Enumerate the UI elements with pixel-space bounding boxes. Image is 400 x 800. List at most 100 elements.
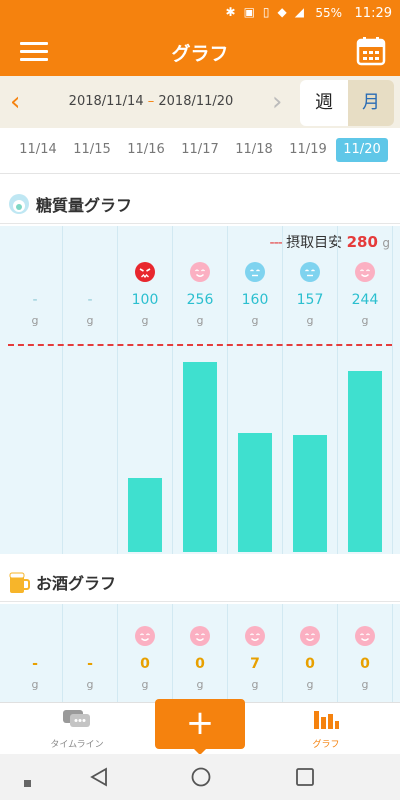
alcohol-value: - [87,656,93,672]
day-item-selected[interactable]: 11/20 [336,138,388,162]
alcohol-chart: - g - g 0 g 0 g 7 g 0 g 0 g [0,604,400,702]
next-week-button[interactable]: › [272,88,292,116]
alcohol-section-header: お酒グラフ [0,560,400,602]
face-icon-happy-pink [190,262,210,282]
target-line-legend: --- [269,235,283,251]
carb-section-title: 糖質量グラフ [36,196,133,215]
bluetooth-icon: ✱ [225,5,236,19]
carb-bar[interactable] [238,433,272,552]
carb-target-legend: --- 摂取目安 280 g [270,232,390,252]
system-nav-bar [0,754,400,800]
target-unit: g [382,236,390,250]
carb-value: - [87,292,93,308]
date-range: 2018/11/14 – 2018/11/20 [40,94,262,109]
alcohol-value: 0 [360,656,370,672]
carb-unit: g [251,314,259,327]
carb-value: 157 [296,292,324,308]
day-item[interactable]: 11/15 [66,138,118,162]
carb-unit: g [361,314,369,327]
carb-bar[interactable] [183,361,217,552]
carb-unit: g [306,314,314,327]
day-item[interactable]: 11/19 [282,138,334,162]
alcohol-unit: g [361,678,369,691]
grid-line [172,226,173,554]
vibrate-icon: ▯ [262,5,270,19]
face-icon-happy-pink [300,626,320,646]
date-range-start: 2018/11/14 [68,94,144,109]
carb-unit: g [31,314,39,327]
grid-line [392,604,393,702]
nav-timeline[interactable]: タイムライン [42,709,112,750]
alcohol-unit: g [141,678,149,691]
grid-line [337,226,338,554]
alcohol-unit: g [86,678,94,691]
prev-week-button[interactable]: ‹ [10,88,30,116]
carb-chart: --- 摂取目安 280 g - g - g 100 g 256 g 160 g 157 g 244 g [0,226,400,554]
carb-value: 160 [241,292,269,308]
grid-line [282,226,283,554]
alcohol-value: - [32,656,38,672]
face-icon-happy-pink [135,626,155,646]
tab-month[interactable]: 月 [348,80,394,126]
home-icon[interactable] [190,766,212,792]
day-item[interactable]: 11/18 [228,138,280,162]
battery-level: 55% [315,6,342,20]
grid-line [62,226,63,554]
page-title: グラフ [171,43,229,65]
carb-bar[interactable] [128,477,162,552]
nav-timeline-label: タイムライン [50,740,104,750]
status-bar: ✱ ▣ ▯ ◆ ◢ 55% 11:29 [0,0,400,28]
face-icon-neutral-blue [300,262,320,282]
target-value: 280 [346,233,378,251]
tab-week[interactable]: 週 [300,80,348,126]
date-range-separator: – [147,94,155,109]
alcohol-section-title: お酒グラフ [36,574,117,593]
face-icon-happy-pink [245,626,265,646]
target-label: 摂取目安 [286,235,343,251]
beer-icon [8,571,30,593]
alcohol-unit: g [196,678,204,691]
carb-section-header: 糖質量グラフ [0,182,400,224]
bottom-nav: タイムライン + グラフ [0,699,400,755]
carb-unit: g [86,314,94,327]
carb-bar[interactable] [293,435,327,552]
face-icon-angry-red [135,262,155,282]
carb-icon [8,193,30,215]
carb-value: - [32,292,38,308]
status-time: 11:29 [354,6,392,21]
carb-unit: g [141,314,149,327]
carb-value: 244 [351,292,379,308]
alcohol-value: 7 [250,656,260,672]
carb-bar[interactable] [348,370,382,552]
back-icon[interactable] [88,766,110,792]
carb-value: 256 [186,292,214,308]
date-range-nav: ‹ 2018/11/14 – 2018/11/20 › 週 月 [0,76,400,128]
face-icon-happy-pink [355,626,375,646]
carb-value: 100 [131,292,159,308]
alcohol-value: 0 [140,656,150,672]
day-item[interactable]: 11/16 [120,138,172,162]
recent-dot-icon[interactable] [24,773,32,792]
add-record-button[interactable]: + [155,699,245,755]
grid-line [227,226,228,554]
bar-chart-icon [314,711,339,729]
alcohol-value: 0 [305,656,315,672]
alcohol-value: 0 [195,656,205,672]
chat-bubble-icon [63,710,90,727]
wifi-icon: ◆ [277,5,287,19]
plus-icon: + [185,703,215,743]
signal-icon: ◢ [294,5,304,19]
day-item[interactable]: 11/14 [12,138,64,162]
face-icon-neutral-blue [245,262,265,282]
alcohol-unit: g [251,678,259,691]
face-icon-happy-pink [355,262,375,282]
alcohol-unit: g [31,678,39,691]
day-item[interactable]: 11/17 [174,138,226,162]
grid-line [117,226,118,554]
date-range-end: 2018/11/20 [158,94,234,109]
overview-icon[interactable] [294,766,316,792]
calendar-icon[interactable] [356,36,386,66]
nav-graph[interactable]: グラフ [296,709,356,750]
status-icons: ✱ ▣ ▯ ◆ ◢ [226,5,304,19]
grid-line [392,226,393,554]
